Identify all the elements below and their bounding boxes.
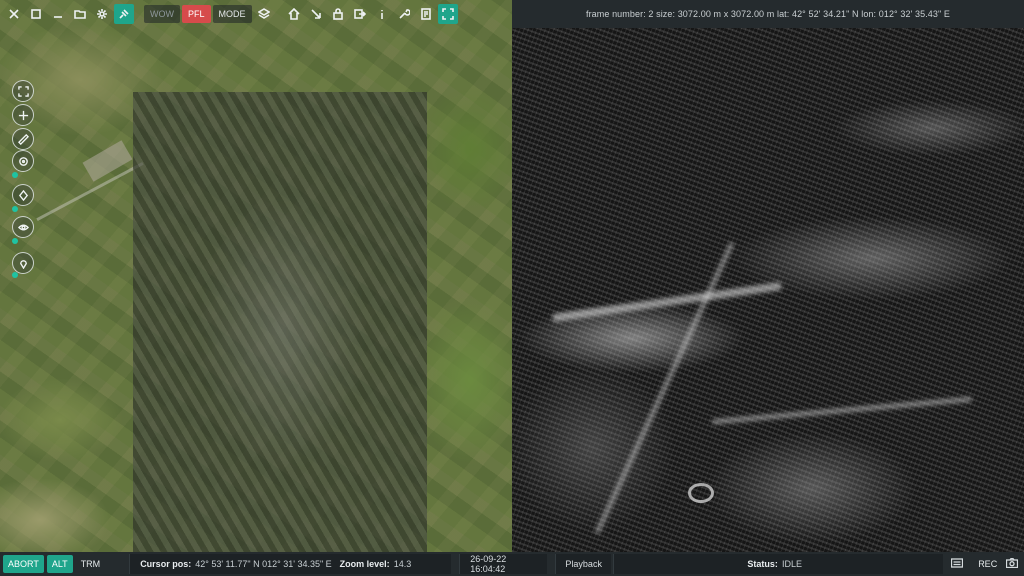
- measure-icon[interactable]: [12, 128, 34, 150]
- satellite-icon[interactable]: [114, 4, 134, 24]
- datetime-readout: 26-09-22 16:04:42: [459, 554, 548, 574]
- target-icon[interactable]: [12, 150, 34, 172]
- sar-feature: [712, 396, 972, 425]
- marker-icon[interactable]: [12, 184, 34, 206]
- keyboard-icon[interactable]: [951, 558, 964, 570]
- fullscreen-icon[interactable]: [437, 4, 458, 24]
- sar-feature: [552, 282, 782, 322]
- info-icon[interactable]: [372, 4, 392, 24]
- layers-icon[interactable]: [254, 4, 274, 24]
- status-bar: ABORT ALT TRM Cursor pos: 42° 53' 11.77"…: [0, 552, 1024, 576]
- status-label: Status:: [747, 559, 778, 569]
- tool-indicator-dot: [12, 238, 18, 244]
- sar-image-view[interactable]: [512, 28, 1024, 552]
- location-pin-icon[interactable]: [12, 252, 34, 274]
- playback-label: Playback: [565, 559, 602, 569]
- close-icon[interactable]: [4, 4, 24, 24]
- playback-button[interactable]: Playback: [555, 554, 612, 574]
- cursor-value: 42° 53' 11.77" N 012° 31' 34.35" E: [195, 559, 332, 569]
- mode-button[interactable]: MODE: [212, 5, 252, 23]
- tool-indicator-dot: [12, 272, 18, 278]
- north-arrow-icon[interactable]: [306, 4, 326, 24]
- export-icon[interactable]: [350, 4, 370, 24]
- status-value: IDLE: [781, 559, 802, 569]
- camera-icon[interactable]: [1006, 557, 1019, 570]
- datetime-value: 26-09-22 16:04:42: [470, 554, 507, 574]
- home-icon[interactable]: [284, 4, 304, 24]
- wow-button[interactable]: WOW: [144, 5, 180, 23]
- window-icon[interactable]: [26, 4, 46, 24]
- report-icon[interactable]: [416, 4, 436, 24]
- sar-feature: [688, 483, 714, 503]
- optical-map-view[interactable]: [0, 0, 512, 552]
- eye-icon[interactable]: [12, 216, 34, 238]
- alt-button[interactable]: ALT: [46, 555, 73, 573]
- rec-button[interactable]: REC: [973, 555, 1002, 573]
- folder-icon[interactable]: [70, 4, 90, 24]
- gear-icon[interactable]: [92, 4, 112, 24]
- tool-indicator-dot: [12, 172, 18, 178]
- pfl-button[interactable]: PFL: [182, 5, 211, 23]
- zoom-label: Zoom level:: [339, 559, 390, 569]
- cursor-label: Cursor pos:: [140, 559, 192, 569]
- tool-indicator-dot: [12, 206, 18, 212]
- zoom-value: 14.3: [393, 559, 412, 569]
- map-airfield: [82, 140, 133, 182]
- minimize-icon[interactable]: [48, 4, 68, 24]
- pan-icon[interactable]: [12, 104, 34, 126]
- frame-info-readout: frame number: 2 size: 3072.00 m x 3072.0…: [512, 0, 1024, 28]
- trm-button[interactable]: TRM: [76, 555, 106, 573]
- lock-icon[interactable]: [328, 4, 348, 24]
- abort-button[interactable]: ABORT: [3, 555, 44, 573]
- zoom-extent-icon[interactable]: [12, 80, 34, 102]
- sar-footprint-overlay: [133, 92, 427, 552]
- status-readout: Status: IDLE: [613, 554, 944, 574]
- main-toolbar: WOW PFL MODE: [0, 0, 512, 28]
- cursor-readout: Cursor pos: 42° 53' 11.77" N 012° 31' 34…: [129, 554, 452, 574]
- tools-icon[interactable]: [394, 4, 414, 24]
